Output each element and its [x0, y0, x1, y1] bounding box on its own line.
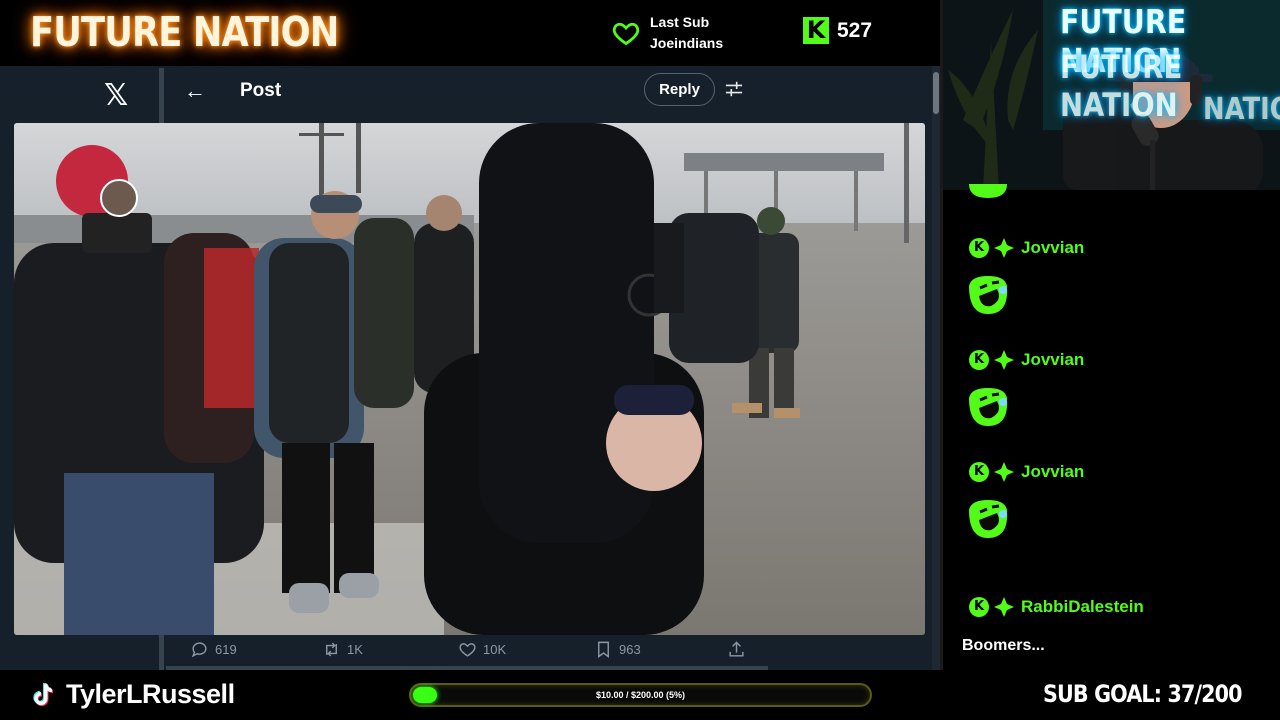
donation-goal-text: $10.00 / $200.00 (5%) [595, 690, 686, 700]
chat-username[interactable]: Jovvian [1021, 350, 1084, 370]
twitter-post-view: 𝕏 ← Post Reply 619 1K 10K 963 [0, 66, 940, 670]
share-action[interactable] [727, 640, 746, 659]
webcam-feed: FUTURE NATION FUTURE NATION NATION [943, 0, 1280, 190]
kick-follower-widget: K 527 [803, 17, 872, 44]
tiktok-icon [33, 683, 53, 707]
heart-icon [612, 22, 640, 46]
sub-badge-icon [994, 238, 1014, 258]
brand-logo-text: FUTURE NATION [30, 8, 339, 56]
chat-username[interactable]: Jovvian [1021, 462, 1084, 482]
tiktok-handle: TylerLRussell [66, 679, 235, 709]
post-video[interactable] [14, 123, 925, 635]
share-icon [729, 641, 744, 657]
repost-icon [326, 642, 337, 657]
page-title: Post [240, 80, 282, 101]
video-frame [14, 123, 925, 635]
kick-badge-icon: K [969, 350, 989, 370]
chat-username[interactable]: Jovvian [1021, 238, 1084, 258]
post-actions-bar: 619 1K 10K 963 [0, 632, 930, 670]
reply-button[interactable]: Reply [644, 73, 715, 106]
kick-laugh-emote [969, 276, 1008, 314]
reply-action[interactable]: 619 [190, 640, 237, 659]
last-sub-name: Joeindians [650, 35, 724, 51]
kick-logo-icon: K [803, 17, 829, 44]
last-sub-widget: Last Sub Joeindians [612, 12, 723, 54]
chat-message-header: K Jovvian [969, 349, 1084, 371]
like-count: 10K [483, 642, 507, 657]
last-sub-label: Last Sub [650, 14, 710, 30]
repost-count: 1K [347, 642, 363, 657]
sub-badge-icon [994, 597, 1014, 617]
heart-icon [459, 643, 476, 657]
bookmark-action[interactable]: 963 [594, 640, 641, 659]
chat-username[interactable]: RabbiDalestein [1021, 597, 1144, 617]
donation-goal-bar: $10.00 / $200.00 (5%) [409, 683, 872, 707]
chat-message-header: K Jovvian [969, 237, 1084, 259]
chat-message-text: Boomers... [962, 637, 1045, 654]
kick-chat: K Jovvian K Jovvian K Jovvian K RabbiDal… [943, 184, 1280, 670]
sub-goal-text: SUB GOAL: 37/200 [1043, 680, 1242, 708]
kick-badge-icon: K [969, 597, 989, 617]
speech-bubble-icon [191, 642, 207, 658]
repost-action[interactable]: 1K [322, 640, 363, 659]
chat-message-header: K Jovvian [969, 461, 1084, 483]
bookmark-count: 963 [619, 642, 641, 657]
kick-badge-icon: K [969, 462, 989, 482]
like-action[interactable]: 10K [458, 640, 506, 659]
kick-follower-count: 527 [837, 18, 873, 42]
kick-laugh-emote [969, 500, 1008, 538]
chat-message-header: K RabbiDalestein [969, 596, 1144, 618]
sub-badge-icon [994, 350, 1014, 370]
bookmark-icon [598, 641, 609, 659]
overlay-bottom-bar: TylerLRussell $10.00 / $200.00 (5%) SUB … [0, 670, 1280, 720]
x-logo-icon[interactable]: 𝕏 [104, 78, 128, 113]
kick-laugh-emote [969, 388, 1008, 426]
neon-sign-line-3: NATION [1203, 92, 1280, 127]
reply-count: 619 [215, 642, 237, 657]
sub-badge-icon [994, 462, 1014, 482]
sliders-icon[interactable] [725, 80, 743, 98]
overlay-top-bar: FUTURE NATION Last Sub Joeindians K 527 [0, 0, 940, 66]
arrow-left-icon[interactable]: ← [184, 78, 206, 104]
scrollbar[interactable] [932, 66, 940, 670]
kick-badge-icon: K [969, 238, 989, 258]
kick-laugh-emote [969, 184, 1007, 198]
